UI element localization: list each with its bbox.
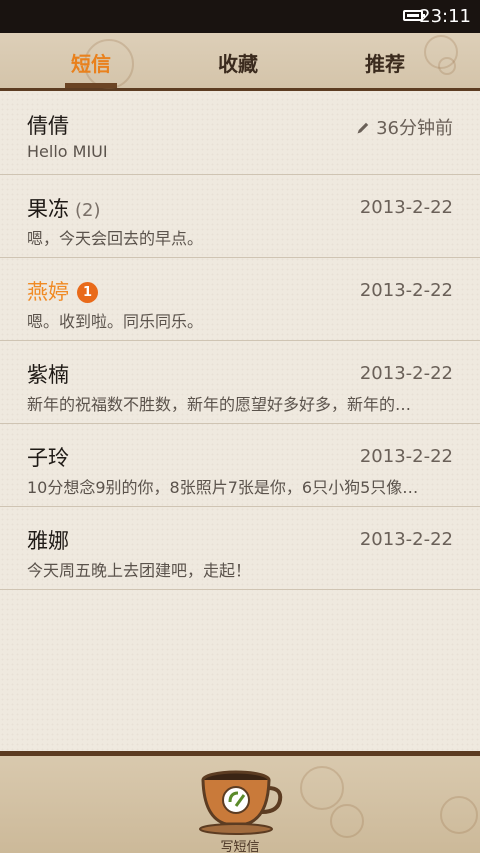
list-item[interactable]: 雅娜 2013-2-22 今天周五晚上去团建吧，走起！: [0, 507, 480, 590]
tab-bar: 短信 收藏 推荐: [0, 33, 480, 91]
contact-name-text: 燕婷: [27, 280, 69, 304]
contact-name: 雅娜: [27, 525, 69, 555]
message-list: 倩倩 36分钟前 Hello MIUI 果冻 (2) 2013-2-22 嗯，今天…: [0, 92, 480, 754]
contact-name-text: 雅娜: [27, 529, 69, 553]
coffee-stain-decoration: [440, 796, 478, 834]
compose-button[interactable]: 写短信: [196, 766, 284, 853]
contact-name-text: 果冻: [27, 197, 69, 221]
contact-name: 倩倩: [27, 110, 69, 140]
bottom-bar: 写短信: [0, 751, 480, 853]
contact-name-text: 子玲: [27, 446, 69, 470]
contact-name-text: 倩倩: [27, 114, 69, 138]
message-preview: Hello MIUI: [27, 142, 108, 161]
coffee-stain-decoration: [330, 804, 364, 838]
status-time: 23:11: [419, 6, 471, 27]
message-preview: 嗯。收到啦。同乐同乐。: [27, 312, 204, 331]
date-text: 36分钟前: [376, 118, 453, 139]
coffee-stain-decoration: [300, 766, 344, 810]
coffee-cup-icon: [199, 770, 283, 835]
message-count: (2): [75, 200, 101, 221]
tab-recommend[interactable]: 推荐: [325, 33, 445, 88]
message-preview: 10分想念9别的你，8张照片7张是你，6只小狗5只像…: [27, 478, 419, 497]
message-date: 2013-2-22: [359, 197, 453, 218]
list-item[interactable]: 倩倩 36分钟前 Hello MIUI: [0, 92, 480, 175]
list-item[interactable]: 果冻 (2) 2013-2-22 嗯，今天会回去的早点。: [0, 175, 480, 258]
tab-sms[interactable]: 短信: [31, 33, 151, 88]
compose-label: 写短信: [220, 840, 260, 853]
contact-name: 紫楠: [27, 359, 69, 389]
contact-name-text: 紫楠: [27, 363, 69, 387]
message-preview: 新年的祝福数不胜数，新年的愿望好多好多，新年的…: [27, 395, 412, 414]
list-item[interactable]: 燕婷 1 2013-2-22 嗯。收到啦。同乐同乐。: [0, 258, 480, 341]
message-date: 2013-2-22: [359, 529, 453, 550]
contact-name: 子玲: [27, 442, 69, 472]
active-tab-indicator: [65, 83, 117, 88]
unread-badge: 1: [77, 282, 98, 303]
contact-name: 燕婷 1: [27, 276, 98, 306]
status-bar: 23:11: [0, 0, 480, 33]
message-date: 2013-2-22: [359, 363, 453, 384]
tab-favorites[interactable]: 收藏: [178, 33, 298, 88]
message-date: 2013-2-22: [359, 280, 453, 301]
message-date: 2013-2-22: [359, 446, 453, 467]
list-item[interactable]: 子玲 2013-2-22 10分想念9别的你，8张照片7张是你，6只小狗5只像…: [0, 424, 480, 507]
contact-name: 果冻 (2): [27, 193, 101, 223]
pencil-icon: [357, 122, 369, 134]
message-date: 36分钟前: [356, 114, 453, 140]
list-item[interactable]: 紫楠 2013-2-22 新年的祝福数不胜数，新年的愿望好多好多，新年的…: [0, 341, 480, 424]
message-preview: 今天周五晚上去团建吧，走起！: [27, 561, 252, 580]
message-preview: 嗯，今天会回去的早点。: [27, 229, 204, 248]
